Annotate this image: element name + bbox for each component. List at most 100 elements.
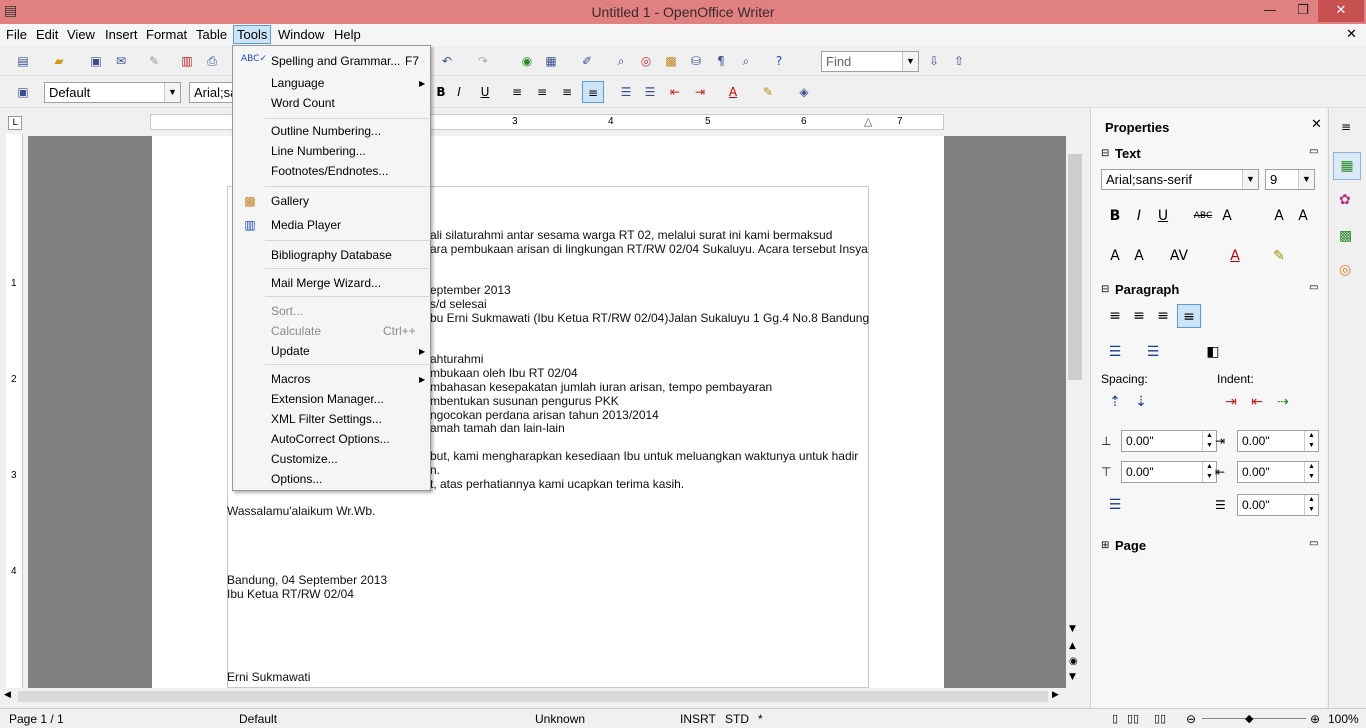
insert-mode-indicator[interactable]: INSRT [680,712,716,726]
font-color-icon[interactable]: A [1223,244,1247,268]
italic-icon[interactable]: I [1127,204,1151,228]
menu-item-spelling[interactable]: Spelling and Grammar... [271,54,400,68]
collapse-icon[interactable]: ⊟ [1101,284,1109,295]
close-icon[interactable]: ✕ [1318,0,1364,22]
line-spacing-icon[interactable]: ☰ [1103,493,1127,517]
shadow-icon[interactable]: A [1215,204,1239,228]
spacing-above-spinner[interactable]: 0.00" ▲ ▼ [1121,430,1217,452]
single-page-view-icon[interactable]: ▯ [1112,712,1118,725]
spinner-arrows-icon[interactable]: ▲ ▼ [1304,462,1318,482]
numbering-icon[interactable]: ☰ [1141,340,1165,364]
print-icon[interactable]: ⎙ [203,52,221,70]
background-color-icon[interactable]: ◈ [795,83,813,101]
justify-icon[interactable]: ≡ [1177,304,1201,328]
spinner-arrows-icon[interactable]: ▲ ▼ [1304,431,1318,451]
chevron-down-icon[interactable]: ▼ [902,52,918,71]
spinner-arrows-icon[interactable]: ▲ ▼ [1202,431,1216,451]
open-folder-icon[interactable]: ▰ [50,52,68,70]
grow-font-icon[interactable]: A [1267,204,1291,228]
navigator-tab-icon[interactable]: ◎ [1339,262,1351,278]
justify-icon[interactable]: ≡ [582,81,604,103]
menu-item-options[interactable]: Options... [271,472,322,486]
sidebar-font-name-select[interactable]: Arial;sans-serif ▼ [1101,169,1259,190]
italic-icon[interactable]: I [450,83,468,101]
chevron-down-icon[interactable]: ▼ [1298,170,1314,189]
scrollbar-thumb[interactable] [18,691,1048,702]
menu-item-xml-filter[interactable]: XML Filter Settings... [271,412,382,426]
export-pdf-icon[interactable]: ▥ [178,52,196,70]
align-right-icon[interactable]: ≡ [558,83,576,101]
spacing-below-spinner[interactable]: 0.00" ▲ ▼ [1121,461,1217,483]
numbering-icon[interactable]: ☰ [617,83,635,101]
zoom-slider[interactable] [1202,718,1306,719]
decrease-spacing-icon[interactable]: ⇣ [1129,390,1153,414]
align-left-icon[interactable]: ≡ [508,83,526,101]
menu-item-bibliography[interactable]: Bibliography Database [271,248,392,262]
menu-item-gallery[interactable]: Gallery [271,194,309,208]
collapse-icon[interactable]: ⊟ [1101,148,1109,159]
expand-icon[interactable]: ⊞ [1101,540,1109,551]
paragraph-style-select[interactable]: Default ▼ [44,82,181,103]
multi-page-view-icon[interactable]: ▯▯ [1127,712,1139,725]
gallery-tab-icon[interactable]: ▩ [1339,228,1352,244]
properties-tab-icon[interactable]: ▦ [1333,152,1361,180]
strikethrough-icon[interactable]: ABC [1191,204,1215,228]
more-options-icon[interactable]: ▭ [1309,146,1318,157]
table-icon[interactable]: ▦ [542,52,560,70]
menu-item-footnotes[interactable]: Footnotes/Endnotes... [271,164,388,178]
menu-file[interactable]: File [6,27,27,42]
save-icon[interactable]: ▣ [87,52,105,70]
scroll-left-icon[interactable]: ◀ [4,690,11,700]
increase-spacing-icon[interactable]: ⇡ [1103,390,1127,414]
menu-item-autocorrect[interactable]: AutoCorrect Options... [271,432,390,446]
increase-indent-icon[interactable]: ⇥ [1219,390,1243,414]
zoom-in-icon[interactable]: ⊕ [1310,712,1320,726]
sidebar-menu-icon[interactable]: ≡ [1341,120,1351,134]
close-sidebar-icon[interactable]: ✕ [1311,117,1322,132]
increase-indent-icon[interactable]: ⇥ [691,83,709,101]
spinner-arrows-icon[interactable]: ▲ ▼ [1304,495,1318,515]
navigator-icon[interactable]: ◎ [637,52,655,70]
superscript-icon[interactable]: A [1103,244,1127,268]
menu-item-mail-merge[interactable]: Mail Merge Wizard... [271,276,381,290]
menu-help[interactable]: Help [334,27,361,42]
bullets-icon[interactable]: ☰ [1103,340,1127,364]
find-input[interactable]: Find ▼ [821,51,919,72]
draw-functions-icon[interactable]: ✐ [578,52,596,70]
align-center-icon[interactable]: ≡ [1127,304,1151,328]
bullets-icon[interactable]: ☰ [641,83,659,101]
undo-icon[interactable]: ↶ [438,52,456,70]
chevron-down-icon[interactable]: ▼ [1242,170,1258,189]
bold-icon[interactable]: B [432,83,450,101]
menu-item-sort[interactable]: Sort... [271,304,303,318]
tab-stop-icon[interactable]: L [8,116,22,130]
decrease-indent-icon[interactable]: ⇤ [1245,390,1269,414]
menu-view[interactable]: View [67,27,95,42]
align-left-icon[interactable]: ≡ [1103,304,1127,328]
highlighting-icon[interactable]: ✎ [1267,244,1291,268]
styles-tab-icon[interactable]: ✿ [1339,192,1351,208]
menu-edit[interactable]: Edit [36,27,58,42]
subscript-icon[interactable]: A [1127,244,1151,268]
zoom-out-icon[interactable]: ⊖ [1186,712,1196,726]
spinner-arrows-icon[interactable]: ▲ ▼ [1202,462,1216,482]
gallery-icon[interactable]: ▩ [662,52,680,70]
menu-tools[interactable]: Tools [233,25,272,44]
decrease-indent-icon[interactable]: ⇤ [666,83,684,101]
paragraph-background-icon[interactable]: ◧ [1201,340,1225,364]
page-indicator[interactable]: Page 1 / 1 [9,712,64,726]
find-replace-icon[interactable]: ⌕ [612,52,630,70]
menu-item-macros[interactable]: Macros [271,372,310,386]
language-indicator[interactable]: Unknown [535,712,585,726]
underline-icon[interactable]: U [476,83,494,101]
bold-icon[interactable]: B [1103,204,1127,228]
more-options-icon[interactable]: ▭ [1309,282,1318,293]
next-page-icon[interactable]: ▼ [1069,672,1076,682]
vertical-ruler[interactable]: 1 2 3 4 [6,134,23,688]
first-line-indent-spinner[interactable]: 0.00" ▲ ▼ [1237,494,1319,516]
zoom-slider-thumb[interactable]: ◆ [1245,712,1253,725]
right-indent-marker-icon[interactable]: △ [864,115,872,128]
align-right-icon[interactable]: ≡ [1151,304,1175,328]
shrink-font-icon[interactable]: A [1291,204,1315,228]
find-next-icon[interactable]: ⇩ [925,52,943,70]
